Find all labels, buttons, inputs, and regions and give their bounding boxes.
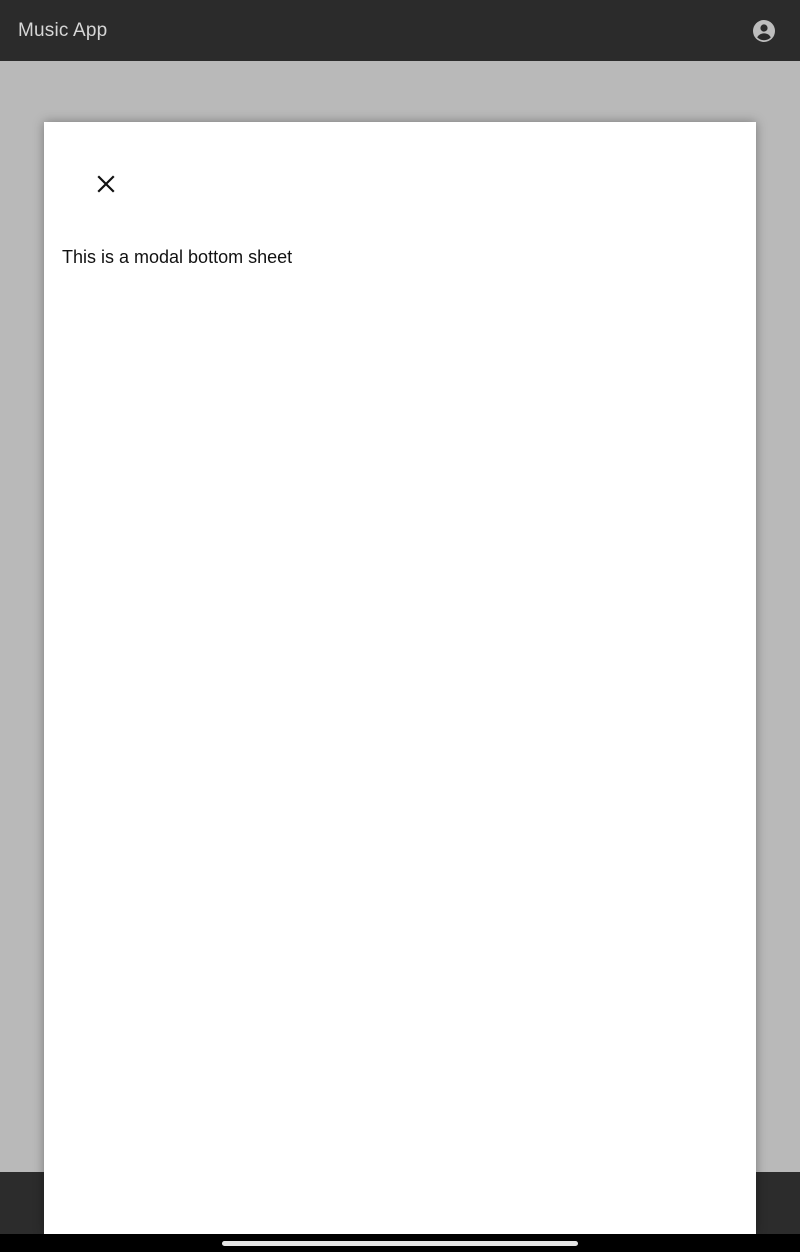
close-button[interactable]	[82, 160, 130, 208]
account-button[interactable]	[740, 7, 788, 55]
sheet-message: This is a modal bottom sheet	[62, 247, 293, 267]
modal-bottom-sheet: This is a modal bottom sheet	[44, 122, 756, 1234]
account-circle-icon	[753, 19, 775, 42]
top-app-bar: Music App	[0, 0, 800, 61]
close-icon	[97, 175, 115, 193]
system-navigation-bar	[0, 1234, 800, 1252]
gesture-handle[interactable]	[222, 1241, 578, 1246]
app-title: Music App	[18, 19, 108, 41]
